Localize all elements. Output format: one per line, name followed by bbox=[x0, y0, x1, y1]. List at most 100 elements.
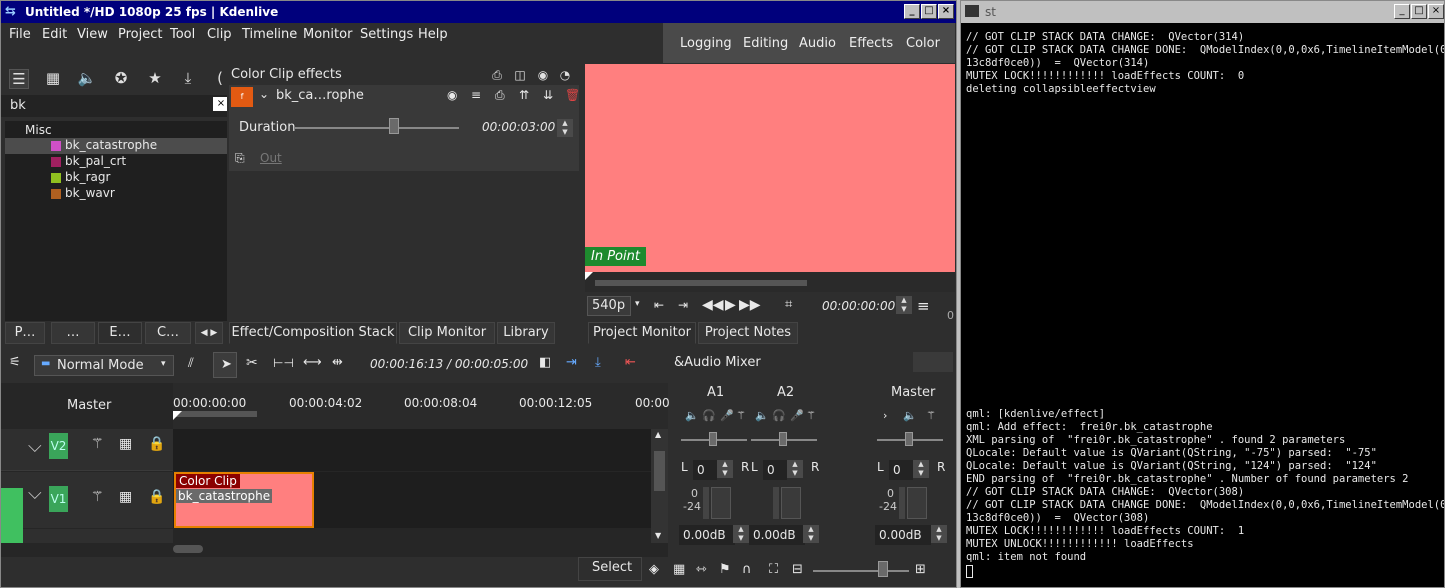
edit-mode-select[interactable]: ▬ Normal Mode ▾ bbox=[34, 355, 174, 376]
set-out-icon[interactable]: ⇥ bbox=[678, 298, 688, 312]
effects-search-input[interactable]: bk bbox=[10, 98, 26, 113]
extract-icon[interactable]: ⇤ bbox=[625, 355, 636, 370]
delete-effect-icon[interactable]: 🗑 bbox=[565, 88, 580, 102]
overwrite-icon[interactable]: ⤓ bbox=[595, 355, 601, 370]
track-label-v2[interactable]: V2 bbox=[49, 433, 68, 459]
a1-fader[interactable] bbox=[711, 487, 731, 519]
a1-pan-spinner[interactable]: ▲ ▼ bbox=[717, 460, 733, 478]
duration-slider-track[interactable] bbox=[295, 127, 459, 129]
a1-pan-knob[interactable] bbox=[709, 432, 717, 446]
rewind-icon[interactable]: ◀◀ bbox=[702, 297, 724, 313]
menu-edit[interactable]: Edit bbox=[42, 27, 67, 42]
master-pan-value[interactable]: 0 bbox=[889, 460, 913, 480]
zoom-slider-knob[interactable] bbox=[878, 561, 888, 577]
crop-icon[interactable]: ⌗ bbox=[785, 297, 792, 312]
a2-record-icon[interactable]: 🎤 bbox=[790, 409, 804, 422]
scroll-down-icon[interactable]: ▼ bbox=[655, 531, 661, 540]
effect-item-bk-catastrophe[interactable]: bk_catastrophe bbox=[9, 138, 219, 154]
tab-library[interactable]: Library bbox=[497, 322, 555, 344]
timeline-timecode[interactable]: 00:00:16:13 / 00:00:05:00 bbox=[370, 357, 528, 371]
track-lane-v2[interactable] bbox=[173, 429, 651, 471]
tag-icon[interactable]: ◈ bbox=[649, 562, 659, 577]
close-button[interactable]: × bbox=[938, 4, 954, 19]
menu-view[interactable]: View bbox=[77, 27, 108, 42]
out-label[interactable]: Out bbox=[260, 151, 282, 165]
ripple-icon[interactable]: ⟷ bbox=[303, 355, 322, 370]
more-icon[interactable]: ( bbox=[213, 69, 227, 87]
audio-effects-icon[interactable]: 🔈 bbox=[77, 69, 97, 87]
magnet-icon[interactable]: ∩ bbox=[742, 562, 752, 577]
menu-settings[interactable]: Settings bbox=[360, 27, 413, 42]
video-effects-icon[interactable]: ▦ bbox=[43, 69, 63, 87]
a1-solo-icon[interactable]: 🎧 bbox=[702, 409, 716, 422]
timecode-spinner[interactable]: ▲ ▼ bbox=[896, 296, 912, 314]
select-tool-button[interactable]: ➤ bbox=[213, 352, 237, 378]
menu-tool[interactable]: Tool bbox=[170, 27, 195, 42]
zoom-fit-icon[interactable]: ⛶ bbox=[769, 562, 778, 577]
effect-save-icon[interactable]: ⎙ bbox=[495, 88, 505, 103]
a1-db-value[interactable]: 0.00dB bbox=[679, 525, 735, 545]
tab-project-bin[interactable]: P… bbox=[5, 322, 45, 344]
forward-icon[interactable]: ▶▶ bbox=[739, 297, 761, 313]
color-clip[interactable]: Color Clip bk_catastrophe bbox=[174, 472, 314, 528]
effect-item-bk-ragr[interactable]: bk_ragr bbox=[9, 170, 219, 186]
a1-effects-icon[interactable]: ⚚ bbox=[736, 409, 746, 422]
a2-pan-value[interactable]: 0 bbox=[763, 460, 787, 480]
master-pan-knob[interactable] bbox=[905, 432, 913, 446]
download-icon[interactable]: ⤓ bbox=[178, 69, 198, 87]
tab-effects[interactable]: E… bbox=[98, 322, 142, 344]
collapse-chevron-icon[interactable]: ⌄ bbox=[259, 87, 269, 101]
duration-value[interactable]: 00:00:03:00 bbox=[482, 120, 555, 134]
resolution-dropdown-icon[interactable]: ▾ bbox=[635, 299, 640, 309]
a1-db-spinner[interactable]: ▲ ▼ bbox=[733, 525, 749, 543]
marker-icon[interactable]: ⚑ bbox=[719, 562, 731, 577]
menu-monitor[interactable]: Monitor bbox=[303, 27, 352, 42]
terminal-maximize-button[interactable]: □ bbox=[1411, 4, 1427, 19]
track-label-v1[interactable]: V1 bbox=[49, 486, 68, 512]
effect-item-bk-wavr[interactable]: bk_wavr bbox=[9, 186, 219, 202]
v1-film-icon[interactable]: ▦ bbox=[119, 489, 132, 505]
workspace-effects[interactable]: Effects bbox=[849, 36, 893, 51]
save-stack-icon[interactable]: ⎙ bbox=[489, 66, 505, 84]
zoom-in-icon[interactable]: ⊞ bbox=[915, 562, 926, 577]
a1-record-icon[interactable]: 🎤 bbox=[720, 409, 734, 422]
snap-icon[interactable]: ◧ bbox=[539, 355, 551, 370]
collapse-v1-icon[interactable]: ⌵ bbox=[28, 483, 42, 504]
master-fader[interactable] bbox=[907, 487, 927, 519]
track-menu-icon[interactable]: ⚟ bbox=[9, 355, 21, 370]
effect-item-bk-pal-crt[interactable]: bk_pal_crt bbox=[9, 154, 219, 170]
v1-effects-icon[interactable]: ⚚ bbox=[91, 489, 104, 505]
tab-clip-monitor[interactable]: Clip Monitor bbox=[399, 322, 495, 344]
tab-project-notes[interactable]: Project Notes bbox=[698, 322, 798, 344]
scroll-up-icon[interactable]: ▲ bbox=[655, 430, 661, 439]
track-header-v1[interactable]: ⌵ V1 ⚚ ▦ 🔒 bbox=[1, 472, 173, 542]
monitor-timecode[interactable]: 00:00:00:00 bbox=[822, 299, 895, 313]
eye-icon[interactable]: ◉ bbox=[535, 66, 551, 84]
copy-icon[interactable]: ⎘ bbox=[235, 151, 245, 166]
terminal-window[interactable]: st _ □ × // GOT CLIP STACK DATA CHANGE: … bbox=[960, 0, 1445, 588]
thumbnail-icon[interactable]: ▦ bbox=[673, 562, 685, 577]
maximize-button[interactable]: □ bbox=[921, 4, 937, 19]
master-track-label[interactable]: Master bbox=[67, 398, 111, 413]
vscroll-thumb[interactable] bbox=[654, 451, 665, 491]
menu-project[interactable]: Project bbox=[118, 27, 162, 42]
workspace-color[interactable]: Color bbox=[906, 36, 940, 51]
effects-search-box[interactable]: bk × bbox=[1, 95, 229, 117]
minimize-button[interactable]: _ bbox=[904, 4, 920, 19]
a2-db-spinner[interactable]: ▲ ▼ bbox=[803, 525, 819, 543]
a2-pan-spinner[interactable]: ▲ ▼ bbox=[787, 460, 803, 478]
razor-icon[interactable]: ⫽ bbox=[188, 356, 194, 371]
a2-effects-icon[interactable]: ⚚ bbox=[806, 409, 816, 422]
spacer-icon[interactable]: ⊢⊣ bbox=[273, 356, 294, 370]
effect-visibility-icon[interactable]: ◉ bbox=[447, 88, 457, 102]
zoom-out-icon[interactable]: ⊟ bbox=[792, 562, 803, 577]
custom-effects-icon[interactable]: ✪ bbox=[111, 69, 131, 87]
slip-icon[interactable]: ⇹ bbox=[332, 355, 343, 370]
menu-file[interactable]: File bbox=[9, 27, 31, 42]
master-pan-spinner[interactable]: ▲ ▼ bbox=[913, 460, 929, 478]
hscroll-thumb[interactable] bbox=[173, 545, 203, 553]
terminal-minimize-button[interactable]: _ bbox=[1394, 4, 1410, 19]
v1-lock-icon[interactable]: 🔒 bbox=[148, 489, 165, 505]
workspace-logging[interactable]: Logging bbox=[680, 36, 732, 51]
master-expand-icon[interactable]: › bbox=[883, 409, 887, 422]
